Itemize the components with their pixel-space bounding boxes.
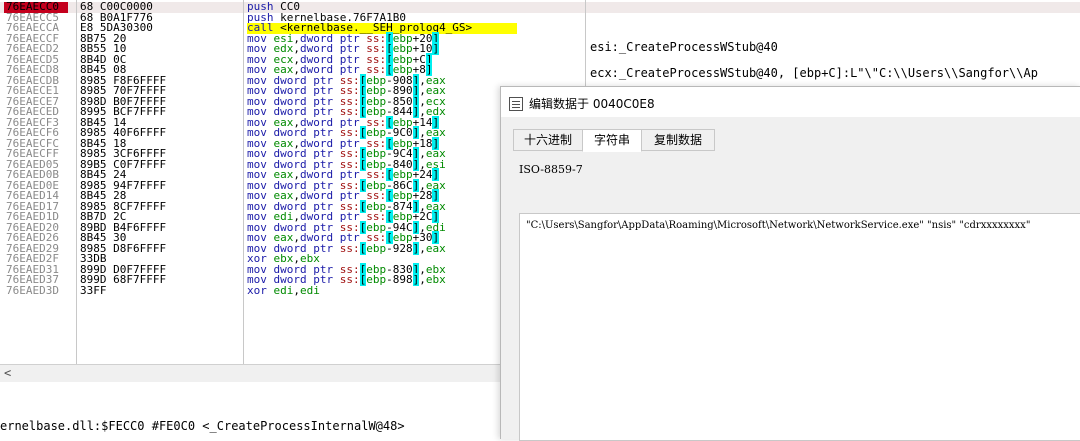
status-location: ernelbase.dll:$FECC0 #FE0C0 <_CreateProc…: [0, 419, 405, 433]
comment-line: ecx:_CreateProcessWStub@40, [ebp+C]:L"\"…: [590, 66, 1038, 80]
tab-hex[interactable]: 十六进制: [513, 129, 583, 151]
column-divider: [585, 0, 586, 96]
tab-copy-data[interactable]: 复制数据: [641, 129, 715, 151]
instruction-bytes: 33FF: [80, 283, 107, 297]
disasm-row[interactable]: 76EAECD5 8B4D 0C mov ecx,dword ptr ss:[ebp…: [0, 52, 1080, 66]
dialog-title-bar[interactable]: 编辑数据于 0040C0E8: [509, 93, 655, 115]
disasm-row[interactable]: 76EAECCA E8 5DA30300 call <kernelbase.__SE…: [0, 22, 1080, 34]
column-divider: [243, 0, 244, 364]
dialog-title: 编辑数据于 0040C0E8: [529, 97, 655, 111]
dialog-app-icon: [509, 96, 523, 111]
edit-data-dialog: 编辑数据于 0040C0E8 十六进制 字符串 复制数据 ISO-8859-7 …: [500, 86, 1080, 441]
encoding-label[interactable]: ISO-8859-7: [519, 163, 583, 176]
column-divider: [76, 0, 77, 364]
tab-string[interactable]: 字符串: [582, 129, 642, 152]
disasm-row[interactable]: 76EAECC0 68 C00C0000 push CC0: [0, 1, 1080, 13]
dialog-body: 十六进制 字符串 复制数据 ISO-8859-7 "C:\Users\Sangf…: [501, 117, 1080, 441]
comment-line: esi:_CreateProcessWStub@40: [590, 40, 778, 54]
string-value: "C:\Users\Sangfor\AppData\Roaming\Micros…: [526, 220, 1031, 231]
disasm-row[interactable]: 76EAECD2 8B55 10 mov edx,dword ptr ss:[ebp…: [0, 42, 1080, 55]
disasm-row[interactable]: 76EAECC5 68 B0A1F776 push kernelbase.76F7A…: [0, 12, 1080, 24]
disasm-row[interactable]: 76EAECCF 8B75 20 mov esi,dword ptr ss:[ebp…: [0, 31, 1080, 45]
instruction-address: 76EAED3D: [6, 283, 59, 297]
string-text-area[interactable]: "C:\Users\Sangfor\AppData\Roaming\Micros…: [519, 213, 1080, 441]
horizontal-scrollbar[interactable]: <: [0, 364, 500, 382]
scroll-left-arrow-icon[interactable]: <: [4, 365, 11, 382]
